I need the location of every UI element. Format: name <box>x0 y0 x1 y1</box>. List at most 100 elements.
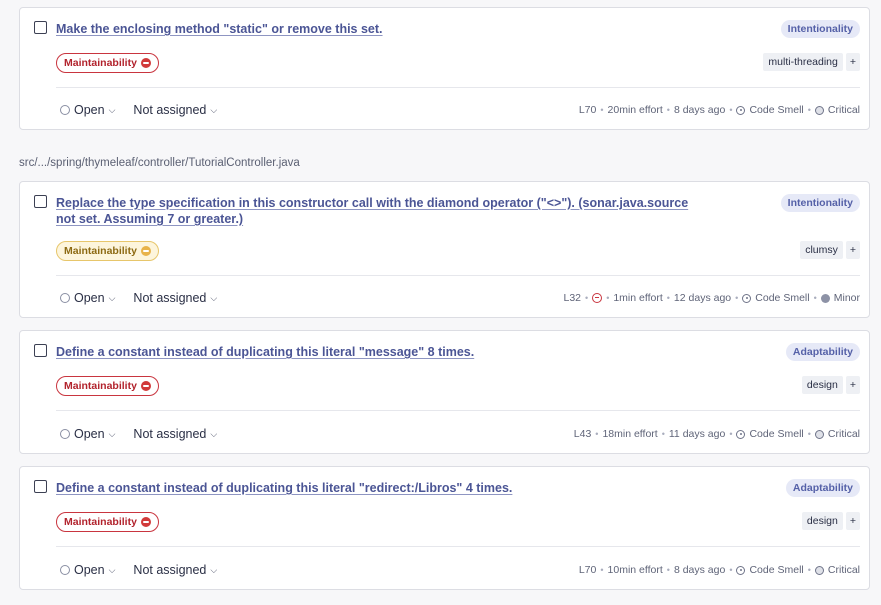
separator-dot: • <box>735 293 739 303</box>
medium-severity-icon <box>140 246 151 256</box>
separator-dot: • <box>729 565 733 575</box>
software-quality-impact-badge[interactable]: Maintainability <box>56 53 159 73</box>
status-label: Open <box>74 291 105 305</box>
assignee-dropdown[interactable]: Not assigned ⌵ <box>133 103 217 117</box>
age: 8 days ago <box>673 564 726 576</box>
separator-dot: • <box>661 429 665 439</box>
issue-footer: Open ⌵ Not assigned ⌵ L70 • 20min effort… <box>60 102 860 118</box>
assignee-label: Not assigned <box>133 103 207 117</box>
effort: 1min effort <box>613 292 663 304</box>
status-dropdown[interactable]: Open ⌵ <box>60 427 115 441</box>
clean-code-attribute-badge: Adaptability <box>785 479 860 497</box>
high-severity-icon <box>140 517 151 527</box>
divider <box>56 410 860 411</box>
impact-label: Maintainability <box>64 516 137 528</box>
assignee-dropdown[interactable]: Not assigned ⌵ <box>133 291 217 305</box>
separator-dot: • <box>600 565 604 575</box>
separator-dot: • <box>807 429 811 439</box>
clean-code-attribute-badge: Intentionality <box>780 20 860 38</box>
issue-meta: L43 • 18min effort • 11 days ago • Code … <box>574 428 860 440</box>
assignee-label: Not assigned <box>133 563 207 577</box>
add-tag-button[interactable]: + <box>845 241 860 259</box>
circle-icon <box>60 293 70 303</box>
divider <box>56 275 860 276</box>
issue-card: Make the enclosing method "static" or re… <box>19 7 870 130</box>
divider <box>56 87 860 88</box>
age: 12 days ago <box>673 292 732 304</box>
critical-severity-icon <box>814 429 824 439</box>
effort: 20min effort <box>607 104 663 116</box>
software-quality-impact-badge[interactable]: Maintainability <box>56 376 159 396</box>
chevron-down-icon: ⌵ <box>108 564 116 575</box>
line-number[interactable]: L43 <box>574 428 592 440</box>
divider <box>56 546 860 547</box>
software-quality-impact-badge[interactable]: Maintainability <box>56 241 159 261</box>
issue-tags: design + <box>801 376 860 394</box>
issue-severity: Critical <box>827 428 860 440</box>
high-severity-icon <box>140 58 151 68</box>
issue-select-checkbox[interactable] <box>34 344 47 357</box>
issue-title-link[interactable]: Define a constant instead of duplicating… <box>56 344 706 360</box>
effort: 10min effort <box>607 564 663 576</box>
status-dropdown[interactable]: Open ⌵ <box>60 103 115 117</box>
high-severity-icon <box>140 381 151 391</box>
tag[interactable]: clumsy <box>800 241 843 259</box>
issue-meta: L32 • • 1min effort • 12 days ago • Code… <box>564 292 861 304</box>
status-dropdown[interactable]: Open ⌵ <box>60 563 115 577</box>
separator-dot: • <box>813 293 817 303</box>
issue-type: Code Smell <box>749 564 804 576</box>
line-number[interactable]: L70 <box>579 104 597 116</box>
code-smell-icon <box>742 293 752 303</box>
issue-select-checkbox[interactable] <box>34 21 47 34</box>
issue-severity: Critical <box>827 104 860 116</box>
issue-title-link[interactable]: Replace the type specification in this c… <box>56 195 706 227</box>
separator-dot: • <box>666 293 670 303</box>
software-quality-impact-badge[interactable]: Maintainability <box>56 512 159 532</box>
chevron-down-icon: ⌵ <box>210 292 218 303</box>
circle-icon <box>60 105 70 115</box>
impact-label: Maintainability <box>64 57 137 69</box>
critical-severity-icon <box>814 105 824 115</box>
issue-select-checkbox[interactable] <box>34 480 47 493</box>
status-dropdown[interactable]: Open ⌵ <box>60 291 115 305</box>
separator-dot: • <box>600 105 604 115</box>
issue-select-checkbox[interactable] <box>34 195 47 208</box>
age: 11 days ago <box>668 428 726 440</box>
separator-dot: • <box>595 429 599 439</box>
issue-severity: Minor <box>833 292 860 304</box>
line-number[interactable]: L32 <box>564 292 582 304</box>
separator-dot: • <box>729 105 733 115</box>
issue-card: Define a constant instead of duplicating… <box>19 330 870 454</box>
critical-severity-icon <box>814 565 824 575</box>
chevron-down-icon: ⌵ <box>210 104 218 115</box>
add-tag-button[interactable]: + <box>845 53 860 71</box>
assignee-label: Not assigned <box>133 427 207 441</box>
line-number[interactable]: L70 <box>579 564 597 576</box>
issue-card: Define a constant instead of duplicating… <box>19 466 870 590</box>
separator-dot: • <box>807 105 811 115</box>
effort: 18min effort <box>602 428 658 440</box>
tag[interactable]: design <box>801 512 843 530</box>
circle-icon <box>60 565 70 575</box>
add-tag-button[interactable]: + <box>845 512 860 530</box>
separator-dot: • <box>606 293 610 303</box>
code-smell-icon <box>736 105 746 115</box>
circle-icon <box>60 429 70 439</box>
impact-label: Maintainability <box>64 245 137 257</box>
minor-severity-icon <box>820 293 830 303</box>
assignee-dropdown[interactable]: Not assigned ⌵ <box>133 563 217 577</box>
issue-type: Code Smell <box>755 292 810 304</box>
issue-title-link[interactable]: Make the enclosing method "static" or re… <box>56 21 706 37</box>
tag[interactable]: multi-threading <box>763 53 843 71</box>
chevron-down-icon: ⌵ <box>108 104 116 115</box>
age: 8 days ago <box>673 104 726 116</box>
tag[interactable]: design <box>801 376 843 394</box>
add-tag-button[interactable]: + <box>845 376 860 394</box>
issue-meta: L70 • 10min effort • 8 days ago • Code S… <box>579 564 860 576</box>
issue-meta: L70 • 20min effort • 8 days ago • Code S… <box>579 104 860 116</box>
issue-tags: design + <box>801 512 860 530</box>
chevron-down-icon: ⌵ <box>210 428 218 439</box>
assignee-dropdown[interactable]: Not assigned ⌵ <box>133 427 217 441</box>
issue-footer: Open ⌵ Not assigned ⌵ L70 • 10min effort… <box>60 562 860 578</box>
issue-title-link[interactable]: Define a constant instead of duplicating… <box>56 480 706 496</box>
